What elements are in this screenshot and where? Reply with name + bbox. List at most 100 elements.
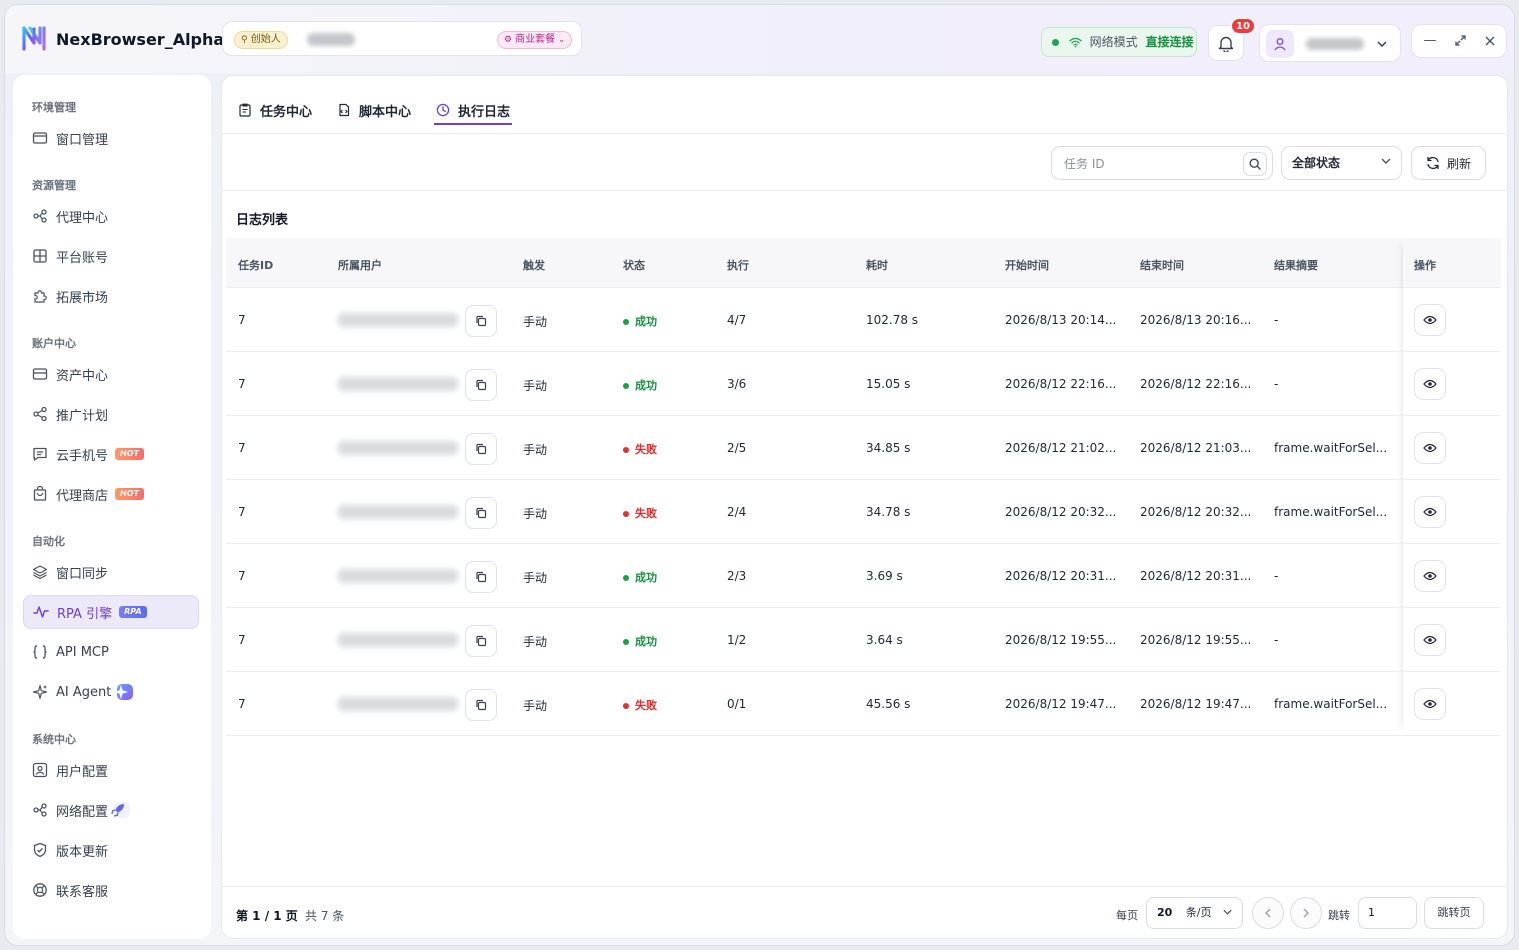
- sidebar-item-version-update[interactable]: 版本更新: [23, 833, 199, 867]
- column-header-end-time: 结束时间: [1140, 259, 1184, 272]
- chevron-down-icon: [1377, 41, 1387, 47]
- minimize-button[interactable]: —: [1415, 25, 1445, 57]
- refresh-icon: [1427, 156, 1439, 170]
- search-icon: [1249, 158, 1261, 170]
- shield-check-icon: [33, 842, 47, 858]
- status-filter-select[interactable]: 全部状态: [1281, 146, 1402, 180]
- sidebar-item-label: 网络配置: [56, 804, 109, 820]
- sidebar-item-promotion-plan[interactable]: 推广计划: [23, 397, 199, 431]
- trigger-cell: 手动: [523, 507, 548, 521]
- sidebar-item-user-settings[interactable]: 用户配置: [23, 753, 199, 787]
- execution-cell: 2/5: [727, 441, 747, 455]
- sidebar-item-rpa-engine[interactable]: RPA 引擎 RPA: [23, 595, 199, 629]
- summary-cell: -: [1274, 313, 1279, 327]
- column-header-actions: 操作: [1414, 259, 1436, 272]
- column-header-status: 状态: [623, 259, 645, 272]
- jump-page-button[interactable]: 跳转页: [1424, 897, 1484, 929]
- sidebar-item-label: 用户配置: [56, 764, 109, 780]
- status-dot: [623, 575, 629, 581]
- table-header: 任务ID 所属用户 触发 状态 执行 耗时 开始时间 结束时间 结果摘要: [226, 238, 1501, 288]
- status-label: 成功: [635, 571, 657, 584]
- sidebar-item-window-management[interactable]: 窗口管理: [23, 121, 199, 155]
- window-icon: [32, 132, 48, 144]
- view-log-button[interactable]: [1414, 368, 1446, 400]
- summary-cell: frame.waitForSel...: [1274, 441, 1388, 455]
- sidebar-item-api-mcp[interactable]: API MCP: [23, 635, 199, 669]
- view-log-button[interactable]: [1414, 432, 1446, 464]
- actions-column-header: 操作: [1403, 238, 1501, 288]
- puzzle-icon: [34, 290, 47, 303]
- search-input[interactable]: [1064, 153, 1234, 175]
- search-button[interactable]: [1243, 152, 1267, 176]
- sidebar-section-label: 环境管理: [32, 101, 76, 114]
- view-log-button[interactable]: [1414, 624, 1446, 656]
- sidebar-item-contact-support[interactable]: 联系客服: [23, 873, 199, 907]
- plan-badge[interactable]: ⚙ 商业套餐 ⌄: [496, 31, 572, 49]
- eye-icon: [1423, 379, 1437, 389]
- next-page-button[interactable]: [1290, 897, 1322, 929]
- view-log-button[interactable]: [1414, 560, 1446, 592]
- proxy-icon: [33, 209, 47, 223]
- duration-cell: 15.05 s: [866, 377, 911, 391]
- sidebar-item-window-sync[interactable]: 窗口同步: [23, 555, 199, 589]
- sidebar-item-network-settings[interactable]: 网络配置: [23, 793, 199, 827]
- chevron-down-icon: [1381, 158, 1391, 164]
- copy-owner-button[interactable]: [465, 305, 497, 337]
- jump-page-input[interactable]: 1: [1358, 897, 1417, 929]
- user-icon: [1274, 38, 1286, 51]
- view-log-button[interactable]: [1414, 496, 1446, 528]
- refresh-button[interactable]: 刷新: [1411, 146, 1486, 180]
- table-row: 7 手动 失败 0/1 45.56 s 2026/8/12 19:47... 2026/8/…: [226, 672, 1501, 736]
- status-badge: 成功: [623, 377, 657, 393]
- execution-cell: 3/6: [727, 377, 747, 391]
- copy-owner-button[interactable]: [465, 689, 497, 721]
- view-log-button[interactable]: [1414, 688, 1446, 720]
- user-plan-pill[interactable]: ⚲ 创始人 ⚙ 商业套餐 ⌄: [222, 21, 582, 56]
- sidebar-item-cloud-phone[interactable]: 云手机号 HOT: [23, 437, 199, 471]
- account-menu-button[interactable]: [1259, 24, 1401, 62]
- sidebar-item-ai-agent[interactable]: AI Agent: [23, 675, 199, 709]
- per-page-select[interactable]: 20 条/页: [1146, 897, 1243, 929]
- copy-owner-button[interactable]: [465, 561, 497, 593]
- sidebar-item-label: 代理商店: [56, 488, 109, 504]
- start-time-cell: 2026/8/12 21:02...: [1005, 441, 1117, 455]
- tab-execution-log[interactable]: 执行日志: [433, 96, 513, 125]
- start-time-cell: 2026/8/13 20:14...: [1005, 313, 1117, 327]
- account-name-redacted: [1306, 38, 1364, 50]
- eye-icon: [1423, 699, 1437, 709]
- sidebar-item-extension-market[interactable]: 拓展市场: [23, 279, 199, 313]
- copy-owner-button[interactable]: [465, 433, 497, 465]
- hot-tag: HOT: [115, 488, 144, 500]
- sidebar-item-label: RPA 引擎: [57, 606, 113, 622]
- chevron-down-icon: ⌄: [558, 35, 565, 44]
- sidebar-item-proxy-center[interactable]: 代理中心: [23, 199, 199, 233]
- copy-owner-button[interactable]: [465, 625, 497, 657]
- start-time-cell: 2026/8/12 20:31...: [1005, 569, 1117, 583]
- copy-owner-button[interactable]: [465, 497, 497, 529]
- copy-icon: [476, 635, 487, 647]
- sidebar-item-asset-center[interactable]: 资产中心: [23, 357, 199, 391]
- view-log-button[interactable]: [1414, 304, 1446, 336]
- title-bar: NexBrowser_Alpha ⚲ 创始人 ⚙ 商业套餐 ⌄ 网络模式 直接连…: [5, 5, 1514, 73]
- close-button[interactable]: [1475, 25, 1505, 57]
- task-id-cell: 7: [238, 505, 246, 519]
- share-icon: [33, 406, 47, 422]
- task-id-cell: 7: [238, 441, 246, 455]
- status-badge: 成功: [623, 313, 657, 329]
- previous-page-button[interactable]: [1252, 897, 1284, 929]
- clock-icon: [436, 103, 450, 117]
- copy-owner-button[interactable]: [465, 369, 497, 401]
- sidebar-item-platform-accounts[interactable]: 平台账号: [23, 239, 199, 273]
- plan-badge-label: 商业套餐: [515, 34, 556, 45]
- owner-email-redacted: [338, 377, 458, 391]
- ai-badge-icon: [114, 684, 134, 700]
- tab-task-center[interactable]: 任务中心: [238, 96, 312, 124]
- network-mode-pill[interactable]: 网络模式 直接连接: [1041, 27, 1197, 57]
- maximize-button[interactable]: [1445, 25, 1475, 57]
- sidebar-item-proxy-store[interactable]: 代理商店 HOT: [23, 477, 199, 511]
- trigger-cell: 手动: [523, 571, 548, 585]
- end-time-cell: 2026/8/13 20:16...: [1140, 313, 1252, 327]
- sidebar-item-label: 窗口管理: [56, 132, 109, 148]
- tab-script-center[interactable]: 脚本中心: [337, 96, 411, 124]
- app-logo-icon: [22, 26, 46, 51]
